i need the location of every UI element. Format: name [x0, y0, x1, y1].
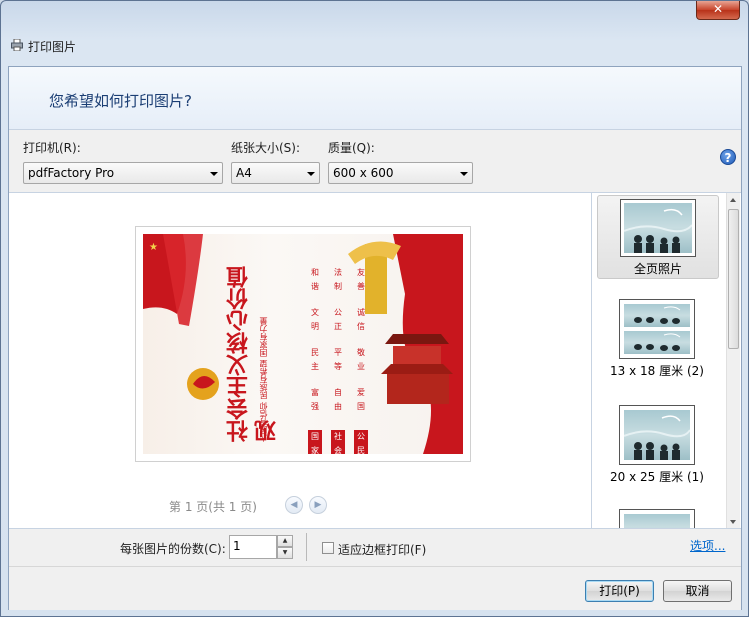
- options-link[interactable]: 选项...: [690, 537, 725, 554]
- poster-subtitle: 人民有信仰 民族有希望 国家有力量: [259, 316, 268, 442]
- photo-thumbnail: [624, 203, 692, 253]
- increment-button[interactable]: ▲: [277, 535, 293, 547]
- chevron-left-icon: ◀: [290, 500, 298, 510]
- dialog-footer: 打印(P) 取消: [9, 566, 741, 610]
- layout-thumbnail: [620, 199, 696, 257]
- photo-thumbnail: [624, 514, 690, 528]
- photo-thumbnail: [624, 304, 690, 327]
- printer-select[interactable]: pdfFactory Pro: [23, 162, 223, 184]
- scroll-down-icon[interactable]: [730, 520, 736, 524]
- layout-label: 13 x 18 厘米 (2): [610, 364, 704, 378]
- silhouettes-image: [634, 333, 681, 351]
- silhouettes-image: [624, 208, 692, 253]
- poster-word: 民主: [311, 348, 319, 371]
- poster-col-society: 法制 公正 平等 自由 社会: [331, 266, 345, 454]
- previous-page-button[interactable]: ◀: [285, 496, 303, 514]
- separator: [306, 533, 307, 561]
- help-icon[interactable]: ?: [720, 149, 736, 165]
- layout-list[interactable]: 全页照片 13 x 18 厘米 (2) 20 x 25 厘米 (1): [591, 192, 741, 528]
- layout-scrollbar[interactable]: [726, 193, 740, 528]
- preview-pane: ★ 社会主义核心价值观 人民有信仰 民族有希望 国家有力量 和谐 文明 民主 富…: [9, 192, 591, 529]
- print-button[interactable]: 打印(P): [585, 580, 654, 602]
- layout-item-20x25[interactable]: 20 x 25 厘米 (1): [597, 405, 717, 485]
- poster-word: 和谐: [311, 268, 319, 291]
- dialog-header: 您希望如何打印图片?: [9, 67, 741, 130]
- poster-word: 社会: [331, 430, 345, 454]
- poster-word: 法制: [334, 268, 342, 291]
- poster-word: 文明: [311, 308, 319, 331]
- poster-word: 自由: [334, 388, 342, 411]
- chevron-down-icon: [210, 172, 218, 176]
- quality-value: 600 x 600: [333, 166, 394, 180]
- poster-word: 富强: [311, 388, 319, 411]
- preview-page: ★ 社会主义核心价值观 人民有信仰 民族有希望 国家有力量 和谐 文明 民主 富…: [135, 226, 471, 462]
- printer-icon: [11, 39, 23, 51]
- poster-word: 诚信: [357, 308, 365, 331]
- chevron-down-icon: [307, 172, 315, 176]
- scrollbar-thumb[interactable]: [728, 209, 739, 349]
- poster-word: 友善: [357, 268, 365, 291]
- printer-value: pdfFactory Pro: [28, 166, 115, 180]
- cancel-button[interactable]: 取消: [663, 580, 732, 602]
- poster-word: 爱国: [357, 388, 365, 411]
- options-bar: 每张图片的份数(C): 1 ▲ ▼ 适应边框打印(F) 选项...: [9, 528, 741, 567]
- poster-image: ★ 社会主义核心价值观 人民有信仰 民族有希望 国家有力量 和谐 文明 民主 富…: [143, 234, 463, 454]
- paper-size-label: 纸张大小(S):: [231, 141, 301, 155]
- chevron-down-icon: [460, 172, 468, 176]
- layout-item-13x18[interactable]: 13 x 18 厘米 (2): [597, 299, 717, 379]
- photo-thumbnail: [624, 331, 690, 354]
- svg-text:★: ★: [149, 242, 158, 253]
- chevron-up-icon: ▲: [282, 537, 288, 544]
- decrement-button[interactable]: ▼: [277, 547, 293, 559]
- silhouettes-image: [624, 415, 690, 460]
- paper-size-select[interactable]: A4: [231, 162, 320, 184]
- layout-label: 全页照片: [633, 262, 682, 276]
- poster-headline: 社会主义核心价值观: [226, 266, 280, 442]
- layout-thumbnail: [619, 405, 695, 465]
- fit-frame-checkbox[interactable]: [322, 542, 334, 554]
- layout-label: 20 x 25 厘米 (1): [610, 470, 704, 484]
- window-title: 打印图片: [28, 40, 77, 54]
- fit-frame-label[interactable]: 适应边框打印(F): [338, 541, 426, 558]
- printer-label: 打印机(R):: [23, 141, 81, 155]
- poster-word: 公民: [354, 430, 368, 454]
- poster-word: 公正: [334, 308, 342, 331]
- poster-col-citizen: 友善 诚信 敬业 爱国 公民: [354, 266, 368, 454]
- paper-size-value: A4: [236, 166, 252, 180]
- poster-col-nation: 和谐 文明 民主 富强 国家: [308, 266, 322, 454]
- poster-artwork: ★: [143, 234, 463, 454]
- layout-item-more[interactable]: [597, 509, 717, 528]
- chevron-right-icon: ▶: [314, 500, 322, 510]
- header-question: 您希望如何打印图片?: [49, 92, 192, 110]
- chevron-down-icon: ▼: [282, 549, 288, 556]
- close-icon: ✕: [712, 2, 724, 16]
- layout-thumbnail: [619, 509, 695, 528]
- scroll-up-icon[interactable]: [730, 198, 736, 202]
- silhouettes-image: [634, 306, 681, 324]
- close-button[interactable]: ✕: [696, 1, 740, 20]
- page-indicator: 第 1 页(共 1 页): [169, 500, 257, 514]
- poster-word: 敬业: [357, 348, 365, 371]
- layout-thumbnail: [619, 299, 695, 359]
- copies-input[interactable]: 1: [229, 535, 277, 559]
- quality-label: 质量(Q):: [328, 141, 375, 155]
- layout-item-full-page[interactable]: 全页照片: [597, 195, 719, 279]
- copies-stepper[interactable]: 1 ▲ ▼: [229, 535, 293, 559]
- poster-word: 平等: [334, 348, 342, 371]
- next-page-button[interactable]: ▶: [309, 496, 327, 514]
- print-pictures-window: ✕ 打印图片 您希望如何打印图片? 打印机(R): pdfFactory Pro…: [0, 0, 749, 617]
- copies-label: 每张图片的份数(C):: [120, 542, 226, 556]
- quality-select[interactable]: 600 x 600: [328, 162, 473, 184]
- poster-word: 国家: [308, 430, 322, 454]
- photo-thumbnail: [624, 410, 690, 460]
- dialog-client: 您希望如何打印图片? 打印机(R): pdfFactory Pro 纸张大小(S…: [8, 66, 742, 610]
